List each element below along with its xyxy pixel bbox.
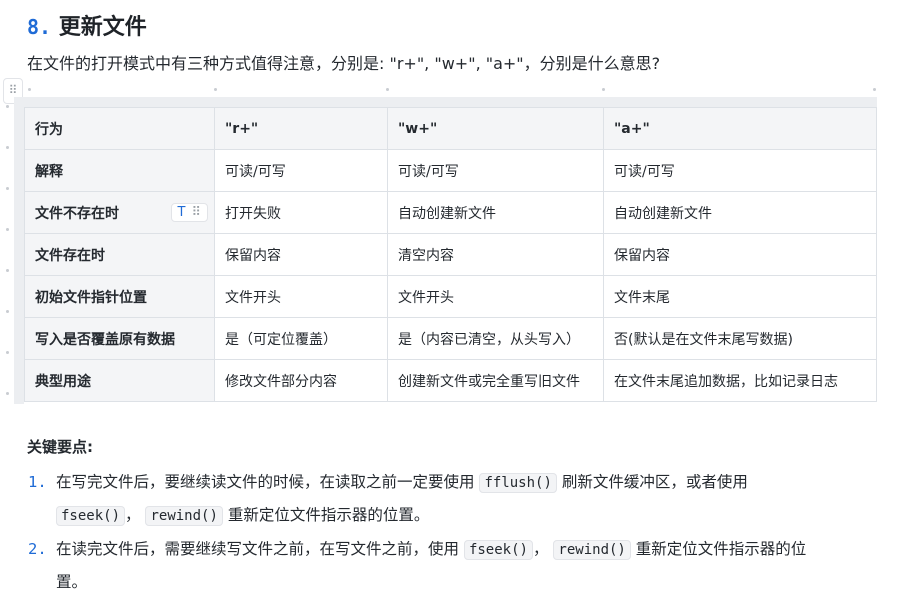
table-cell: 文件开头 — [387, 275, 604, 318]
keypoints-title: 关键要点: — [27, 438, 93, 456]
table-cell: 可读/可写 — [603, 149, 877, 192]
table-row: 典型用途 修改文件部分内容 创建新文件或完全重写旧文件 在文件末尾追加数据，比如… — [24, 359, 877, 402]
table-row-handle-bar[interactable] — [14, 107, 24, 404]
table-row: 文件不存在时 T ⠿ 打开失败 自动创建新文件 自动创建新文件 — [24, 191, 877, 234]
row-label: 典型用途 — [24, 359, 215, 402]
list-text: 刷新文件缓冲区，或者使用 — [561, 473, 748, 491]
table-row: 文件存在时 保留内容 清空内容 保留内容 — [24, 233, 877, 276]
list-item-text: 在读完文件后，需要继续写文件之前，在写文件之前，使用 fseek()， rewi… — [56, 533, 896, 598]
table-cell: 修改文件部分内容 — [214, 359, 388, 402]
table-cell: 自动创建新文件 — [387, 191, 604, 234]
code-rewind: rewind() — [145, 506, 223, 526]
list-text: 置。 — [56, 573, 88, 591]
list-number: 1. — [28, 473, 47, 491]
table-cell: 保留内容 — [214, 233, 388, 276]
table-cell: 可读/可写 — [387, 149, 604, 192]
cell-toolbar[interactable]: T ⠿ — [170, 202, 208, 222]
table-header-cell: 行为 — [24, 107, 215, 150]
row-label: 初始文件指针位置 — [24, 275, 215, 318]
comparison-table: 行为 "r+" "w+" "a+" 解释 可读/可写 可读/可写 可读/可写 文… — [24, 107, 877, 402]
row-label-active[interactable]: 文件不存在时 T ⠿ — [24, 191, 215, 234]
code-fseek: fseek() — [56, 506, 126, 526]
list-item: 1. 在写完文件后，要继续读文件的时候，在读取之前一定要使用 fflush() … — [28, 466, 888, 530]
table-header-cell: "w+" — [387, 107, 604, 150]
section-heading: 8. 更新文件 — [27, 9, 147, 41]
table-column-dots — [28, 88, 878, 92]
heading-title: 更新文件 — [58, 15, 147, 40]
table-row: 解释 可读/可写 可读/可写 可读/可写 — [24, 149, 877, 192]
row-label: 文件存在时 — [24, 233, 215, 276]
table-cell: 是（可定位覆盖） — [214, 317, 388, 360]
table-cell: 在文件末尾追加数据，比如记录日志 — [603, 359, 877, 402]
list-separator: ， — [125, 506, 141, 524]
table-column-handle-bar[interactable] — [14, 97, 877, 107]
table-header-cell: "a+" — [603, 107, 877, 150]
text-format-icon[interactable]: T — [178, 205, 186, 220]
table-cell: 清空内容 — [387, 233, 604, 276]
table-cell: 自动创建新文件 — [603, 191, 877, 234]
row-label-text: 文件不存在时 — [35, 205, 119, 222]
table-cell: 否(默认是在文件末尾写数据) — [603, 317, 877, 360]
table-cell: 可读/可写 — [214, 149, 388, 192]
table-cell: 打开失败 — [214, 191, 388, 234]
heading-number: 8. — [27, 15, 52, 39]
table-header-row: 行为 "r+" "w+" "a+" — [24, 107, 877, 150]
list-text: 重新定位文件指示器的位 — [635, 540, 807, 558]
table-row: 初始文件指针位置 文件开头 文件开头 文件末尾 — [24, 275, 877, 318]
code-fseek: fseek() — [463, 540, 533, 560]
list-item: 2. 在读完文件后，需要继续写文件之前，在写文件之前，使用 fseek()， r… — [28, 533, 888, 597]
table-header-cell: "r+" — [214, 107, 388, 150]
table-cell: 是（内容已清空，从头写入） — [387, 317, 604, 360]
list-separator: ， — [532, 540, 549, 558]
code-fflush: fflush() — [479, 473, 557, 493]
table-cell: 创建新文件或完全重写旧文件 — [387, 359, 604, 402]
table-cell: 文件开头 — [214, 275, 388, 318]
row-label: 解释 — [24, 149, 215, 192]
list-text: 在读完文件后，需要继续写文件之前，在写文件之前，使用 — [56, 540, 460, 558]
list-text: 重新定位文件指示器的位置。 — [227, 506, 430, 524]
grip-icon[interactable]: ⠿ — [191, 205, 201, 220]
margin-dots — [6, 105, 12, 433]
list-text: 在写完文件后，要继续读文件的时候，在读取之前一定要使用 — [56, 473, 475, 491]
intro-paragraph: 在文件的打开模式中有三种方式值得注意，分别是: "r+", "w+", "a+"… — [27, 54, 661, 73]
list-item-text: 在写完文件后，要继续读文件的时候，在读取之前一定要使用 fflush() 刷新文… — [56, 466, 896, 532]
table-cell: 文件末尾 — [603, 275, 877, 318]
row-label: 写入是否覆盖原有数据 — [24, 317, 215, 360]
table-cell: 保留内容 — [603, 233, 877, 276]
code-rewind: rewind() — [553, 540, 631, 560]
list-number: 2. — [28, 540, 47, 558]
table-row: 写入是否覆盖原有数据 是（可定位覆盖） 是（内容已清空，从头写入） 否(默认是在… — [24, 317, 877, 360]
